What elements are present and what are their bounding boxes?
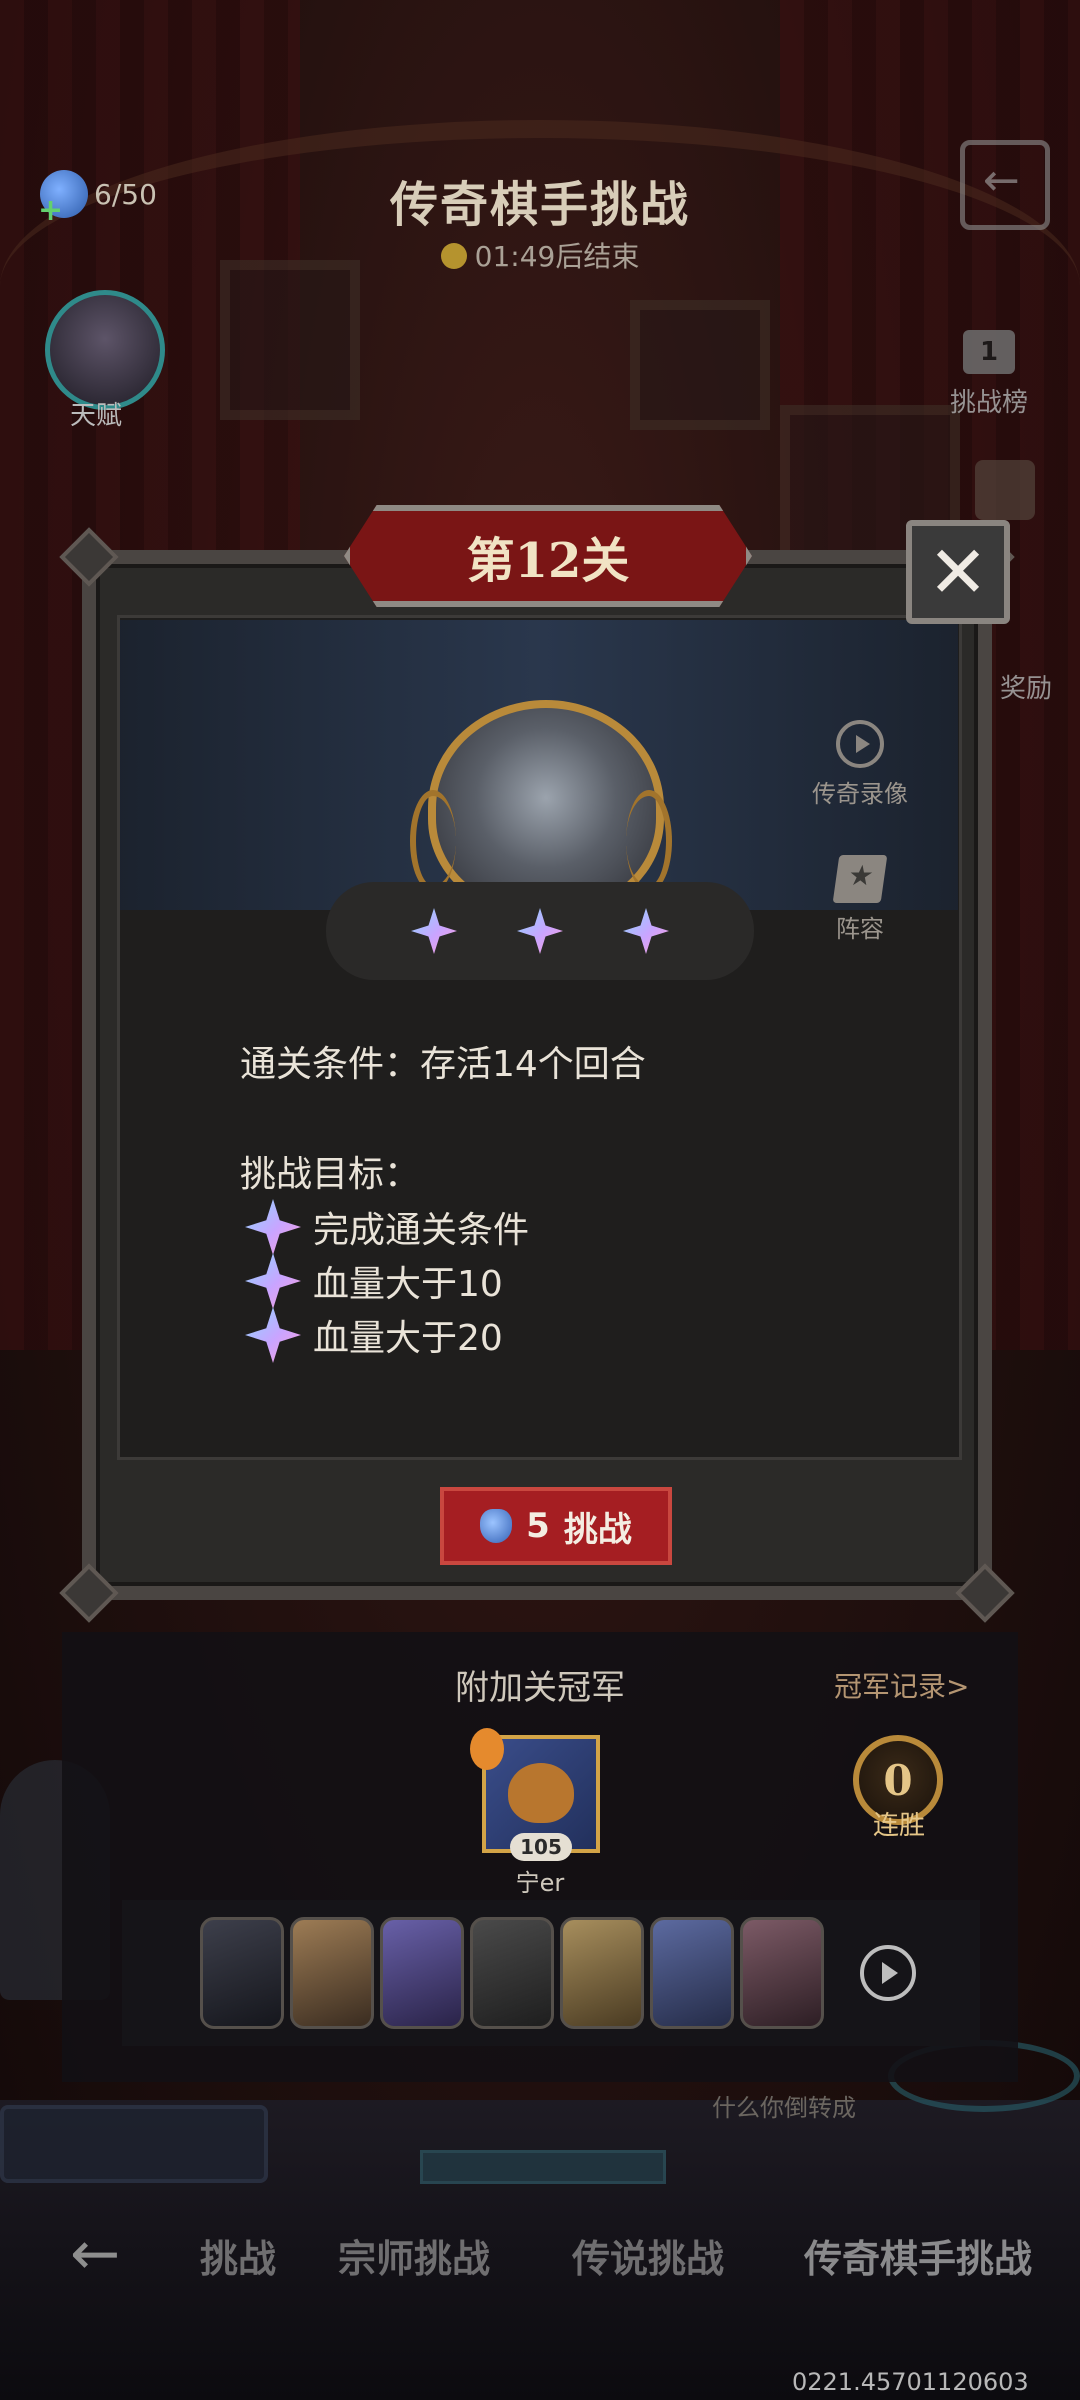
exit-button[interactable] bbox=[960, 140, 1050, 230]
modal-title-banner: 第12关 bbox=[344, 505, 752, 607]
star-gem-icon bbox=[245, 1253, 301, 1309]
rank-badge-icon: 1 bbox=[963, 330, 1015, 374]
goal-text: 血量大于20 bbox=[313, 1318, 503, 1359]
lineup-label: 阵容 bbox=[836, 915, 884, 943]
challenge-cost: 5 bbox=[526, 1506, 550, 1546]
champion-name: 宁er bbox=[515, 1869, 565, 1897]
champion-record-link[interactable]: 冠军记录> bbox=[834, 1665, 969, 1705]
legend-replay-label: 传奇录像 bbox=[812, 780, 908, 808]
picture-frame bbox=[630, 300, 770, 430]
goal-text: 血量大于10 bbox=[313, 1264, 503, 1305]
tab-legend-challenge[interactable]: 传说挑战 bbox=[572, 2228, 724, 2283]
star-gem-icon bbox=[411, 908, 457, 954]
version-text: 0221.45701120603 bbox=[792, 2368, 1029, 2396]
team-member[interactable] bbox=[560, 1917, 644, 2029]
talent-label: 天赋 bbox=[70, 401, 123, 431]
team-member[interactable] bbox=[740, 1917, 824, 2029]
leaderboard-button[interactable]: 1 挑战榜 bbox=[950, 330, 1028, 419]
star-rating bbox=[326, 882, 754, 980]
team-slots bbox=[200, 1917, 824, 2029]
goal-item: 完成通关条件 bbox=[245, 1199, 530, 1255]
console-screen bbox=[420, 2150, 666, 2184]
lineup-card-icon bbox=[832, 855, 888, 903]
picture-frame bbox=[220, 260, 360, 420]
book-icon[interactable] bbox=[975, 460, 1035, 520]
star-gem-icon bbox=[245, 1199, 301, 1255]
team-member[interactable] bbox=[290, 1917, 374, 2029]
goals-heading: 挑战目标： bbox=[240, 1154, 421, 1195]
back-arrow-icon[interactable]: ← bbox=[70, 2224, 140, 2284]
clear-condition: 通关条件：存活14个回合 bbox=[240, 1044, 646, 1085]
close-button[interactable]: ✕ bbox=[906, 520, 1010, 624]
talent-avatar[interactable] bbox=[45, 290, 165, 410]
team-member[interactable] bbox=[470, 1917, 554, 2029]
team-member[interactable] bbox=[380, 1917, 464, 2029]
laurel-icon bbox=[626, 790, 672, 892]
star-gem-icon bbox=[623, 908, 669, 954]
champion-team-row bbox=[122, 1900, 980, 2046]
leaderboard-label: 挑战榜 bbox=[950, 388, 1029, 418]
lineup-button[interactable]: 阵容 bbox=[805, 855, 915, 944]
champion-level-badge: 105 bbox=[510, 1833, 572, 1861]
play-circle-icon bbox=[836, 720, 884, 768]
win-streak-label: 连胜 bbox=[872, 1811, 925, 1841]
countdown-timer: 01:49后结束 bbox=[0, 235, 1080, 275]
balloon-icon bbox=[470, 1728, 504, 1770]
legend-replay-button[interactable]: 传奇录像 bbox=[805, 720, 915, 809]
timer-text: 01:49后结束 bbox=[474, 240, 640, 273]
challenge-button[interactable]: 5 挑战 bbox=[440, 1487, 672, 1565]
page-title: 传奇棋手挑战 bbox=[389, 177, 690, 233]
tab-master-challenge[interactable]: 宗师挑战 bbox=[338, 2228, 490, 2283]
potion-icon bbox=[480, 1509, 513, 1543]
team-member[interactable] bbox=[650, 1917, 734, 2029]
challenge-label: 挑战 bbox=[563, 1509, 632, 1550]
reward-label[interactable]: 奖励 bbox=[1000, 668, 1052, 705]
star-gem-icon bbox=[517, 908, 563, 954]
goal-item: 血量大于10 bbox=[245, 1253, 529, 1309]
tab-legendary-player-challenge[interactable]: 传奇棋手挑战 bbox=[804, 2228, 1032, 2283]
goal-text: 完成通关条件 bbox=[313, 1210, 530, 1251]
console-panel bbox=[0, 2105, 268, 2183]
star-gem-icon bbox=[245, 1307, 301, 1363]
clock-icon bbox=[440, 243, 467, 269]
team-member[interactable] bbox=[200, 1917, 284, 2029]
laurel-icon bbox=[410, 790, 456, 892]
team-replay-button[interactable] bbox=[860, 1945, 916, 2001]
background-faint-text: 什么你倒转成 bbox=[712, 2094, 856, 2122]
modal-title: 第12关 bbox=[466, 533, 630, 589]
tab-challenge[interactable]: 挑战 bbox=[200, 2228, 276, 2283]
goals-list: 完成通关条件 血量大于10 血量大于20 bbox=[245, 1199, 530, 1363]
goal-item: 血量大于20 bbox=[245, 1307, 529, 1363]
